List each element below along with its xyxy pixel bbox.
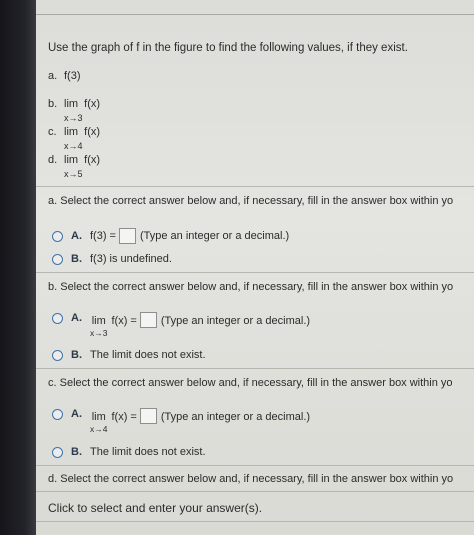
footer-divider: [36, 521, 474, 522]
part-expression: f(3): [64, 70, 81, 82]
section-divider: [36, 491, 474, 492]
section-b-option-b[interactable]: B. The limit does not exist.: [52, 349, 206, 361]
section-a-option-a[interactable]: A. f(3) = (Type an integer or a decimal.…: [52, 228, 289, 244]
footer-instruction: Click to select and enter your answer(s)…: [48, 501, 263, 515]
radio-button[interactable]: [52, 230, 63, 242]
part-d: d. lim f(x) x→5: [48, 154, 100, 182]
part-expression: lim f(x): [64, 98, 101, 110]
limit-subscript: x→4: [64, 141, 83, 151]
part-label: a.: [48, 70, 58, 82]
answer-hint: (Type an integer or a decimal.): [160, 411, 311, 423]
section-divider: [36, 186, 474, 187]
section-divider: [36, 368, 474, 369]
limit-subscript: x→4: [90, 424, 108, 434]
part-c: c. lim f(x) x→4: [48, 126, 100, 154]
question-parts: a. f(3) b. lim f(x) x→3 c. lim f(x) x→4 d. l…: [48, 70, 100, 182]
section-c-option-b[interactable]: B. The limit does not exist.: [52, 446, 206, 458]
radio-button[interactable]: [52, 253, 63, 265]
part-expression: lim f(x): [64, 126, 101, 138]
option-expression: f(x) =: [111, 315, 137, 327]
radio-button[interactable]: [52, 349, 63, 361]
limit-label: lim: [91, 411, 106, 423]
answer-box[interactable]: [139, 408, 157, 424]
answer-box[interactable]: [118, 228, 136, 244]
radio-button[interactable]: [52, 313, 63, 324]
question-intro: Use the graph of f in the figure to find…: [48, 42, 408, 54]
limit-expression: lim x→3: [90, 315, 107, 338]
part-a: a. f(3): [48, 70, 100, 98]
option-letter: B.: [71, 349, 82, 361]
section-a-prompt: a. Select the correct answer below and, …: [48, 195, 454, 207]
limit-subscript: x→5: [64, 169, 83, 179]
option-text: The limit does not exist.: [90, 446, 206, 458]
answer-hint: (Type an integer or a decimal.): [160, 315, 311, 327]
answer-hint: (Type an integer or a decimal.): [139, 230, 290, 242]
part-label: c.: [48, 126, 57, 138]
option-letter: A.: [71, 230, 82, 242]
left-sidebar: [0, 0, 36, 535]
option-expression: f(x) =: [111, 411, 137, 423]
option-letter: A.: [71, 312, 82, 324]
option-letter: B.: [71, 446, 82, 458]
section-d-prompt: d. Select the correct answer below and, …: [48, 473, 454, 485]
answer-box[interactable]: [139, 312, 157, 328]
limit-subscript: x→3: [90, 328, 108, 338]
part-b: b. lim f(x) x→3: [48, 98, 100, 126]
top-divider: [36, 14, 474, 15]
option-text: f(3) is undefined.: [90, 253, 172, 265]
section-c-prompt: c. Select the correct answer below and, …: [48, 377, 453, 389]
section-b-prompt: b. Select the correct answer below and, …: [48, 281, 454, 293]
part-label: d.: [48, 154, 58, 166]
radio-button[interactable]: [52, 409, 63, 420]
section-divider: [36, 465, 474, 466]
section-b-option-a[interactable]: A. lim x→3 f(x) = (Type an integer or a …: [52, 312, 310, 338]
limit-expression: lim x→4: [90, 411, 107, 434]
limit-label: lim: [91, 315, 106, 327]
question-panel: Use the graph of f in the figure to find…: [36, 0, 474, 535]
part-expression: lim f(x): [64, 154, 101, 166]
radio-button[interactable]: [52, 446, 63, 458]
part-label: b.: [48, 98, 58, 110]
option-letter: A.: [71, 408, 82, 420]
option-expression: f(3) =: [90, 230, 116, 242]
section-divider: [36, 272, 474, 273]
section-a-option-b[interactable]: B. f(3) is undefined.: [52, 253, 172, 265]
option-letter: B.: [71, 253, 82, 265]
option-text: The limit does not exist.: [90, 349, 206, 361]
section-c-option-a[interactable]: A. lim x→4 f(x) = (Type an integer or a …: [52, 408, 310, 434]
limit-subscript: x→3: [64, 113, 83, 123]
